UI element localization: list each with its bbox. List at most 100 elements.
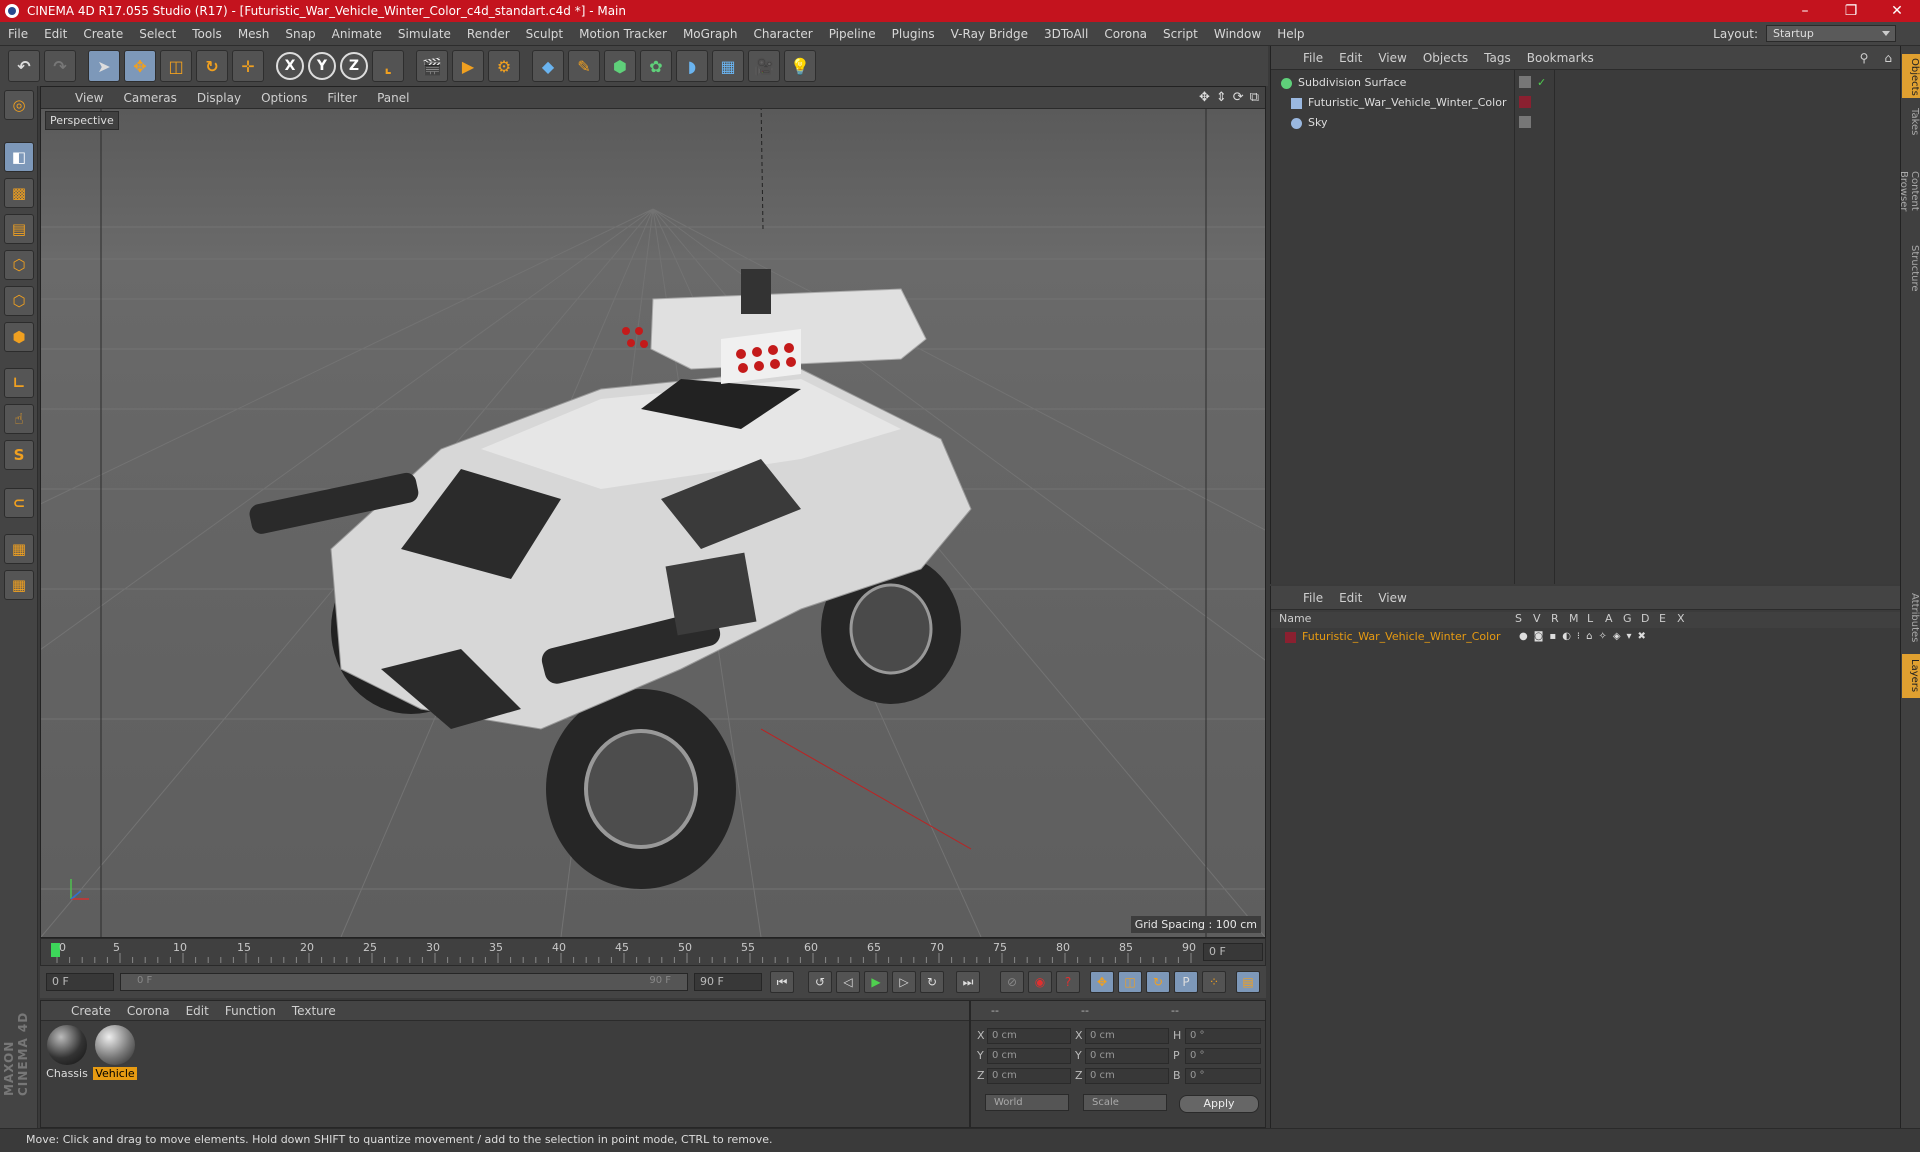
keyframe-selection-icon[interactable]: ?	[1056, 971, 1080, 993]
material-menu-edit[interactable]: Edit	[178, 1004, 217, 1018]
object-row-subdivision[interactable]: Subdivision Surface	[1281, 74, 1406, 92]
menu-edit[interactable]: Edit	[36, 27, 75, 41]
menu-3dtoall[interactable]: 3DToAll	[1036, 27, 1096, 41]
make-editable-icon[interactable]: ◎	[4, 90, 34, 120]
visibility-toggle-icon[interactable]	[1519, 116, 1531, 128]
scale-icon[interactable]: ◫	[160, 50, 192, 82]
rot-h-field[interactable]: 0 °	[1185, 1028, 1261, 1044]
render-view-icon[interactable]: 🎬	[416, 50, 448, 82]
menu-script[interactable]: Script	[1155, 27, 1206, 41]
object-menu-edit[interactable]: Edit	[1331, 51, 1370, 65]
coordinate-space-select[interactable]: World	[985, 1094, 1069, 1111]
viewport-panel[interactable]: View Cameras Display Options Filter Pane…	[40, 86, 1266, 938]
key-rotation-icon[interactable]: ↻	[1146, 971, 1170, 993]
layer-menu-edit[interactable]: Edit	[1331, 591, 1370, 605]
viewport-menu-cameras[interactable]: Cameras	[113, 91, 186, 105]
camera-label[interactable]: Perspective	[45, 111, 119, 130]
menu-simulate[interactable]: Simulate	[390, 27, 459, 41]
material-swatch[interactable]: Vehicle	[93, 1025, 137, 1080]
menu-sculpt[interactable]: Sculpt	[518, 27, 571, 41]
apply-button[interactable]: Apply	[1179, 1095, 1259, 1113]
key-point-level-icon[interactable]: ⁘	[1202, 971, 1226, 993]
menu-help[interactable]: Help	[1269, 27, 1312, 41]
material-swatch[interactable]: Chassis	[45, 1025, 89, 1080]
material-menu-corona[interactable]: Corona	[119, 1004, 178, 1018]
light-icon[interactable]: 💡	[784, 50, 816, 82]
frame-range-slider[interactable]: 0 F 90 F	[120, 973, 688, 991]
size-z-field[interactable]: 0 cm	[1085, 1068, 1169, 1084]
cube-icon[interactable]: ◆	[532, 50, 564, 82]
viewport-menu-view[interactable]: View	[65, 91, 113, 105]
pos-y-field[interactable]: 0 cm	[987, 1048, 1071, 1064]
select-arrow-icon[interactable]: ➤	[88, 50, 120, 82]
viewport-zoom-icon[interactable]: ⇕	[1216, 90, 1227, 105]
object-menu-tags[interactable]: Tags	[1476, 51, 1519, 65]
object-menu-file[interactable]: File	[1295, 51, 1331, 65]
visibility-toggle-icon[interactable]	[1519, 76, 1531, 88]
menu-window[interactable]: Window	[1206, 27, 1269, 41]
material-menu-create[interactable]: Create	[63, 1004, 119, 1018]
menu-character[interactable]: Character	[745, 27, 820, 41]
menu-select[interactable]: Select	[131, 27, 184, 41]
object-row-sky[interactable]: Sky	[1291, 114, 1327, 132]
magnet-icon[interactable]: ⊂	[4, 488, 34, 518]
start-frame-field[interactable]: 0 F	[46, 973, 114, 991]
current-frame-field[interactable]: 0 F	[1203, 943, 1263, 961]
next-frame-icon[interactable]: ▷	[892, 971, 916, 993]
restore-button[interactable]: ❐	[1828, 3, 1874, 19]
layer-row-vehicle[interactable]: Futuristic_War_Vehicle_Winter_Color	[1285, 628, 1500, 646]
subdivision-icon[interactable]: ⬢	[604, 50, 636, 82]
viewport-maximize-icon[interactable]: ⧉	[1250, 90, 1259, 105]
object-menu-objects[interactable]: Objects	[1415, 51, 1476, 65]
menu-snap[interactable]: Snap	[277, 27, 323, 41]
y-axis-icon[interactable]: Y	[308, 52, 336, 80]
model-mode-icon[interactable]: ◧	[4, 142, 34, 172]
redo-icon[interactable]: ↷	[44, 50, 76, 82]
material-menu-function[interactable]: Function	[217, 1004, 284, 1018]
camera-icon[interactable]: 🎥	[748, 50, 780, 82]
key-parameter-icon[interactable]: P	[1174, 971, 1198, 993]
menu-vray-bridge[interactable]: V-Ray Bridge	[943, 27, 1036, 41]
pos-x-field[interactable]: 0 cm	[987, 1028, 1071, 1044]
tab-takes[interactable]: Takes	[1902, 102, 1920, 142]
tab-structure[interactable]: Structure	[1902, 240, 1920, 296]
undo-icon[interactable]: ↶	[8, 50, 40, 82]
menu-file[interactable]: File	[0, 27, 36, 41]
polygons-mode-icon[interactable]: ⬢	[4, 322, 34, 352]
rot-p-field[interactable]: 0 °	[1185, 1048, 1261, 1064]
transform-icon[interactable]: ✛	[232, 50, 264, 82]
previous-frame-icon[interactable]: ◁	[836, 971, 860, 993]
record-keys-icon[interactable]: ⊘	[1000, 971, 1024, 993]
menu-mesh[interactable]: Mesh	[230, 27, 278, 41]
viewport-menu-options[interactable]: Options	[251, 91, 317, 105]
menu-animate[interactable]: Animate	[324, 27, 390, 41]
size-x-field[interactable]: 0 cm	[1085, 1028, 1169, 1044]
material-menu-texture[interactable]: Texture	[284, 1004, 344, 1018]
texture-mode-icon[interactable]: ▩	[4, 178, 34, 208]
viewport-move-icon[interactable]: ✥	[1199, 90, 1210, 105]
object-home-icon[interactable]: ⌂	[1876, 51, 1900, 65]
next-key-icon[interactable]: ↻	[920, 971, 944, 993]
layout-select[interactable]: Startup	[1766, 25, 1896, 42]
object-row-vehicle[interactable]: Futuristic_War_Vehicle_Winter_Color	[1291, 94, 1506, 112]
layer-menu-view[interactable]: View	[1370, 591, 1414, 605]
tweak-mode-icon[interactable]: ☝	[4, 404, 34, 434]
coordinate-mode-select[interactable]: Scale	[1083, 1094, 1167, 1111]
menu-plugins[interactable]: Plugins	[884, 27, 943, 41]
play-icon[interactable]: ▶	[864, 971, 888, 993]
previous-key-icon[interactable]: ↺	[808, 971, 832, 993]
go-to-start-icon[interactable]: ⏮	[770, 971, 794, 993]
planar-workplane-icon[interactable]: ▦	[4, 570, 34, 600]
axis-mode-icon[interactable]: ∟	[4, 368, 34, 398]
timeline-ruler[interactable]: 0 5 10 15 20 25 30 35 40 45 50 55 60 65 …	[40, 938, 1266, 966]
render-settings-icon[interactable]: ⚙	[488, 50, 520, 82]
autokey-icon[interactable]: ◉	[1028, 971, 1052, 993]
object-search-icon[interactable]: ⚲	[1852, 51, 1877, 65]
enabled-check-icon[interactable]: ✓	[1537, 76, 1546, 89]
viewport-canvas[interactable]: Perspective Grid Spacing : 100 cm	[41, 109, 1265, 937]
rotate-icon[interactable]: ↻	[196, 50, 228, 82]
rot-b-field[interactable]: 0 °	[1185, 1068, 1261, 1084]
minimize-button[interactable]: –	[1782, 3, 1828, 19]
key-position-icon[interactable]: ✥	[1090, 971, 1114, 993]
cloner-icon[interactable]: ✿	[640, 50, 672, 82]
